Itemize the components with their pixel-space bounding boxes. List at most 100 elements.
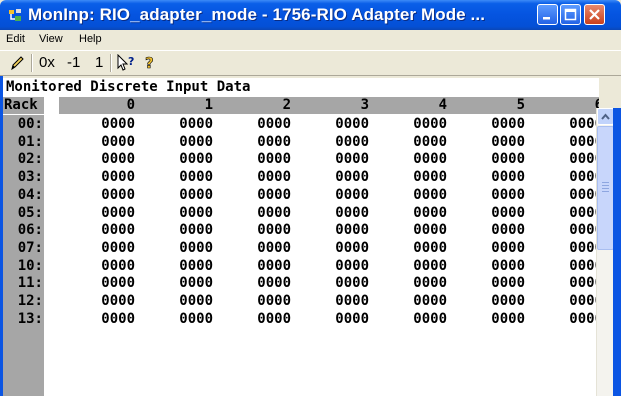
data-cell[interactable]: 0000: [153, 116, 213, 132]
data-cell[interactable]: 0000: [309, 134, 369, 150]
data-cell[interactable]: 0000: [309, 293, 369, 309]
data-cell[interactable]: 0000: [153, 258, 213, 274]
help-pointer-icon[interactable]: ?: [117, 54, 137, 72]
data-cell[interactable]: 0000: [309, 116, 369, 132]
data-cell[interactable]: 0000: [153, 240, 213, 256]
data-cell[interactable]: 0000: [153, 293, 213, 309]
data-cell[interactable]: 0000: [309, 240, 369, 256]
data-cell[interactable]: 0000: [75, 134, 135, 150]
data-cell[interactable]: 0000: [309, 311, 369, 327]
data-cell[interactable]: 0000: [465, 205, 525, 221]
data-cell[interactable]: 0000: [75, 116, 135, 132]
scroll-up-button[interactable]: [597, 108, 614, 125]
data-cell[interactable]: 0000: [387, 205, 447, 221]
data-cell[interactable]: 0000: [465, 151, 525, 167]
menu-help[interactable]: Help: [79, 33, 102, 45]
data-cell[interactable]: 0000: [387, 151, 447, 167]
data-cell[interactable]: 0000: [465, 187, 525, 203]
data-cell[interactable]: 0000: [387, 222, 447, 238]
data-cell[interactable]: 0000: [543, 311, 599, 327]
data-cell[interactable]: 0000: [153, 151, 213, 167]
data-cell[interactable]: 0000: [465, 222, 525, 238]
data-cell[interactable]: 0000: [231, 258, 291, 274]
data-cell[interactable]: 0000: [75, 311, 135, 327]
data-cell[interactable]: 0000: [231, 205, 291, 221]
data-cell[interactable]: 0000: [387, 258, 447, 274]
data-cell[interactable]: 0000: [543, 205, 599, 221]
data-cell[interactable]: 0000: [75, 169, 135, 185]
data-cell[interactable]: 0000: [387, 311, 447, 327]
vertical-scrollbar[interactable]: [596, 108, 614, 396]
data-cell[interactable]: 0000: [465, 116, 525, 132]
data-cell[interactable]: 0000: [231, 222, 291, 238]
data-cell[interactable]: 0000: [387, 293, 447, 309]
data-cell[interactable]: 0000: [465, 258, 525, 274]
data-cell[interactable]: 0000: [309, 205, 369, 221]
data-cell[interactable]: 0000: [75, 275, 135, 291]
data-cell[interactable]: 0000: [543, 222, 599, 238]
data-cell[interactable]: 0000: [231, 169, 291, 185]
data-cell[interactable]: 0000: [543, 151, 599, 167]
data-cell[interactable]: 0000: [387, 187, 447, 203]
data-cell[interactable]: 0000: [543, 293, 599, 309]
data-cell[interactable]: 0000: [153, 222, 213, 238]
data-cell[interactable]: 0000: [153, 187, 213, 203]
data-cell[interactable]: 0000: [75, 293, 135, 309]
data-cell[interactable]: 0000: [75, 151, 135, 167]
scroll-thumb[interactable]: [597, 126, 614, 250]
data-cell[interactable]: 0000: [153, 169, 213, 185]
data-cell[interactable]: 0000: [543, 134, 599, 150]
data-cell[interactable]: 0000: [75, 240, 135, 256]
menu-view[interactable]: View: [39, 33, 63, 45]
data-cell[interactable]: 0000: [231, 187, 291, 203]
data-cell[interactable]: 0000: [231, 151, 291, 167]
data-cell[interactable]: 0000: [231, 293, 291, 309]
data-cell[interactable]: 0000: [75, 222, 135, 238]
data-cell[interactable]: 0000: [387, 169, 447, 185]
data-cell[interactable]: 0000: [387, 240, 447, 256]
data-cell[interactable]: 0000: [465, 134, 525, 150]
data-cell[interactable]: 0000: [387, 116, 447, 132]
help-icon[interactable]: ?: [143, 54, 157, 72]
data-cell[interactable]: 0000: [309, 222, 369, 238]
data-cell[interactable]: 0000: [75, 258, 135, 274]
data-cell[interactable]: 0000: [543, 258, 599, 274]
increment-button[interactable]: 1: [95, 54, 103, 71]
data-cell[interactable]: 0000: [309, 187, 369, 203]
data-cell[interactable]: 0000: [231, 116, 291, 132]
data-cell[interactable]: 0000: [543, 275, 599, 291]
data-cell[interactable]: 0000: [231, 311, 291, 327]
data-cell[interactable]: 0000: [309, 151, 369, 167]
data-cell[interactable]: 0000: [543, 240, 599, 256]
data-cell[interactable]: 0000: [465, 293, 525, 309]
data-cell[interactable]: 0000: [231, 240, 291, 256]
maximize-button[interactable]: [560, 4, 581, 25]
data-cell[interactable]: 0000: [231, 134, 291, 150]
data-cell[interactable]: 0000: [309, 258, 369, 274]
close-button[interactable]: [584, 4, 605, 25]
data-cell[interactable]: 0000: [153, 134, 213, 150]
menu-edit[interactable]: Edit: [6, 33, 25, 45]
data-cell[interactable]: 0000: [465, 311, 525, 327]
data-cell[interactable]: 0000: [465, 169, 525, 185]
hex-format-button[interactable]: 0x: [39, 54, 55, 71]
data-cell[interactable]: 0000: [465, 275, 525, 291]
data-cell[interactable]: 0000: [465, 240, 525, 256]
data-cell[interactable]: 0000: [387, 134, 447, 150]
data-cell[interactable]: 0000: [231, 275, 291, 291]
data-cell[interactable]: 0000: [75, 205, 135, 221]
minimize-button[interactable]: [537, 4, 558, 25]
data-cell[interactable]: 0000: [387, 275, 447, 291]
data-cell[interactable]: 0000: [543, 187, 599, 203]
decrement-button[interactable]: -1: [67, 54, 80, 71]
data-cell[interactable]: 0000: [75, 187, 135, 203]
data-cell[interactable]: 0000: [153, 275, 213, 291]
pencil-icon[interactable]: [9, 54, 25, 72]
data-cell[interactable]: 0000: [543, 116, 599, 132]
data-cell[interactable]: 0000: [309, 275, 369, 291]
data-cell[interactable]: 0000: [543, 169, 599, 185]
data-cell[interactable]: 0000: [153, 311, 213, 327]
data-cell[interactable]: 0000: [309, 169, 369, 185]
data-cell[interactable]: 0000: [153, 205, 213, 221]
title-bar[interactable]: MonInp: RIO_adapter_mode - 1756-RIO Adap…: [0, 0, 621, 30]
